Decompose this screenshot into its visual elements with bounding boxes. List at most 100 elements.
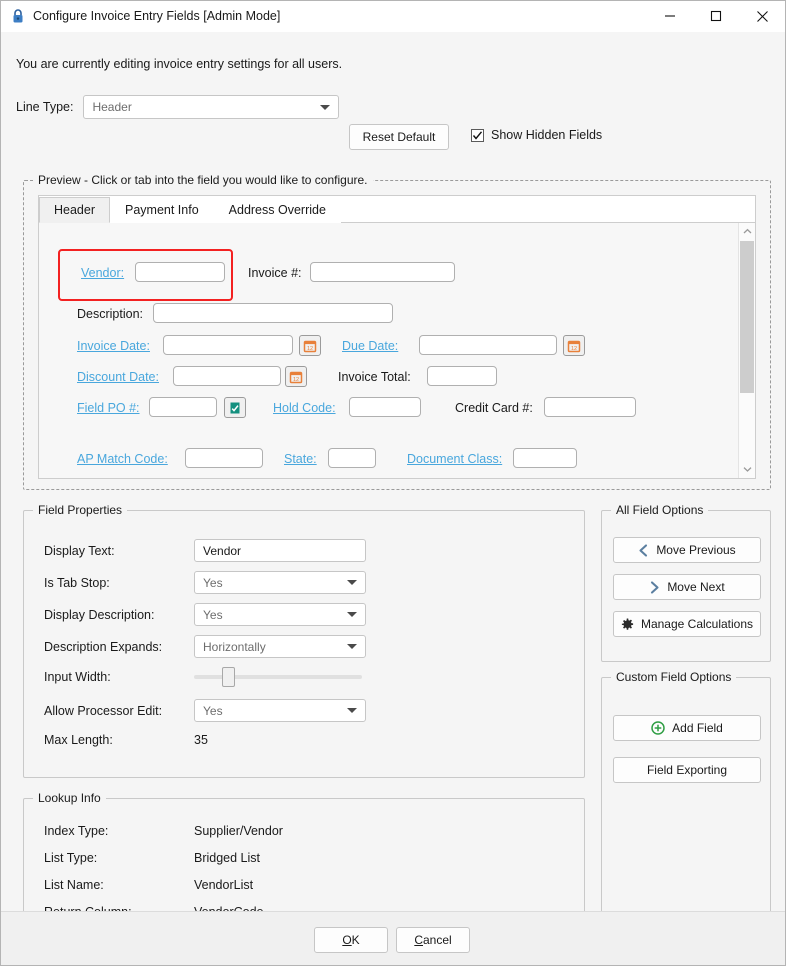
tab-address-override-label: Address Override: [228, 203, 326, 217]
line-type-label: Line Type:: [16, 100, 74, 114]
input-width-label: Input Width:: [44, 670, 111, 684]
allow-processor-edit-dropdown[interactable]: Yes: [194, 699, 366, 722]
tab-address-override[interactable]: Address Override: [213, 197, 341, 223]
lock-icon: [10, 8, 26, 24]
preview-input-field-po[interactable]: [149, 397, 217, 417]
dialog-footer: OK Cancel: [1, 911, 785, 965]
preview-label-ap-match-code[interactable]: AP Match Code:: [77, 452, 168, 466]
move-previous-label: Move Previous: [656, 543, 736, 557]
preview-label-hold-code[interactable]: Hold Code:: [273, 401, 336, 415]
display-text-input[interactable]: Vendor: [194, 539, 366, 562]
custom-field-options-group: Custom Field Options Add Field Field Exp…: [601, 670, 771, 924]
preview-input-invoice-number[interactable]: [310, 262, 455, 282]
preview-input-ap-match-code[interactable]: [185, 448, 263, 468]
display-description-label: Display Description:: [44, 607, 155, 622]
line-type-row: Line Type: Header: [16, 95, 340, 119]
preview-label-due-date[interactable]: Due Date:: [342, 339, 398, 353]
move-next-button[interactable]: Move Next: [613, 574, 761, 600]
index-type-value: Supplier/Vendor: [194, 824, 283, 838]
preview-label-vendor[interactable]: Vendor:: [81, 266, 124, 280]
line-type-value: Header: [92, 100, 132, 114]
chevron-down-icon: [339, 708, 365, 713]
calendar-icon-discount-date[interactable]: 12: [285, 366, 307, 387]
preview-label-state[interactable]: State:: [284, 452, 317, 466]
list-name-value: VendorList: [194, 878, 254, 892]
custom-field-options-legend: Custom Field Options: [611, 670, 737, 684]
calendar-icon-invoice-date[interactable]: 12: [299, 335, 321, 356]
add-field-button[interactable]: Add Field: [613, 715, 761, 741]
chevron-down-icon: [339, 644, 365, 649]
preview-input-hold-code[interactable]: [349, 397, 421, 417]
move-previous-button[interactable]: Move Previous: [613, 537, 761, 563]
row-display-description: Display Description: Yes: [44, 603, 366, 626]
manage-calculations-button[interactable]: Manage Calculations: [613, 611, 761, 637]
cancel-accel: C: [414, 933, 423, 947]
slider-thumb[interactable]: [222, 667, 235, 687]
is-tab-stop-value: Yes: [203, 575, 223, 590]
max-length-value: 35: [194, 733, 208, 747]
svg-text:12: 12: [571, 345, 577, 351]
preview-tab-pane: Vendor: Invoice #: Description: Invoice: [39, 223, 755, 478]
chevron-right-icon: [649, 580, 660, 594]
row-input-width: Input Width:: [44, 667, 362, 687]
maximize-icon[interactable]: [693, 1, 739, 32]
description-expands-label: Description Expands:: [44, 639, 163, 654]
preview-label-invoice-date[interactable]: Invoice Date:: [77, 339, 150, 353]
add-field-label: Add Field: [672, 721, 723, 735]
plus-circle-icon: [651, 721, 665, 735]
reset-default-button[interactable]: Reset Default: [349, 124, 449, 150]
chevron-down-icon: [339, 580, 365, 585]
preview-input-invoice-date[interactable]: [163, 335, 293, 355]
preview-scrollbar[interactable]: [738, 223, 755, 478]
document-check-icon-field-po[interactable]: [224, 397, 246, 418]
line-type-dropdown[interactable]: Header: [83, 95, 340, 119]
calendar-icon-due-date[interactable]: 12: [563, 335, 585, 356]
preview-form-area: Header Payment Info Address Override Ven…: [38, 195, 756, 479]
description-expands-value: Horizontally: [203, 639, 266, 654]
preview-input-state[interactable]: [328, 448, 376, 468]
display-description-dropdown[interactable]: Yes: [194, 603, 366, 626]
chevron-up-icon[interactable]: [739, 223, 755, 240]
display-text-label: Display Text:: [44, 543, 115, 558]
scrollbar-thumb[interactable]: [740, 241, 754, 393]
chevron-down-icon[interactable]: [739, 461, 755, 478]
preview-input-document-class[interactable]: [513, 448, 577, 468]
preview-group: Preview - Click or tab into the field yo…: [23, 173, 771, 490]
slider-track: [194, 675, 362, 679]
minimize-icon[interactable]: [647, 1, 693, 32]
field-exporting-label: Field Exporting: [646, 763, 728, 777]
title-bar: Configure Invoice Entry Fields [Admin Mo…: [1, 1, 785, 32]
gear-icon: [621, 617, 634, 631]
close-icon[interactable]: [739, 1, 785, 32]
show-hidden-fields-label: Show Hidden Fields: [491, 128, 603, 142]
show-hidden-fields-checkbox[interactable]: Show Hidden Fields: [471, 128, 602, 142]
lookup-info-legend: Lookup Info: [33, 791, 106, 805]
preview-label-credit-card: Credit Card #:: [455, 401, 533, 415]
is-tab-stop-dropdown[interactable]: Yes: [194, 571, 366, 594]
preview-input-due-date[interactable]: [419, 335, 557, 355]
preview-label-description: Description:: [77, 307, 143, 321]
preview-label-document-class[interactable]: Document Class:: [407, 452, 502, 466]
ok-button[interactable]: OK: [314, 927, 388, 953]
admin-notice: You are currently editing invoice entry …: [16, 57, 343, 71]
preview-input-discount-date[interactable]: [173, 366, 281, 386]
field-exporting-button[interactable]: Field Exporting: [613, 757, 761, 783]
cancel-button[interactable]: Cancel: [396, 927, 470, 953]
input-width-slider[interactable]: [194, 667, 362, 687]
row-list-name: List Name: VendorList: [44, 878, 253, 892]
tab-header[interactable]: Header: [39, 197, 110, 223]
preview-label-discount-date[interactable]: Discount Date:: [77, 370, 159, 384]
allow-processor-edit-value: Yes: [203, 703, 223, 718]
description-expands-dropdown[interactable]: Horizontally: [194, 635, 366, 658]
index-type-label: Index Type:: [44, 824, 109, 838]
preview-input-invoice-total[interactable]: [427, 366, 497, 386]
preview-label-field-po[interactable]: Field PO #:: [77, 401, 140, 415]
preview-tabstrip: Header Payment Info Address Override: [39, 196, 755, 223]
preview-input-credit-card[interactable]: [544, 397, 636, 417]
preview-input-description[interactable]: [153, 303, 393, 323]
tab-payment-info[interactable]: Payment Info: [110, 197, 214, 223]
lookup-info-group: Lookup Info Index Type: Supplier/Vendor …: [23, 791, 585, 924]
row-max-length: Max Length: 35: [44, 733, 208, 747]
chevron-down-icon: [312, 104, 338, 110]
preview-input-vendor[interactable]: [135, 262, 225, 282]
